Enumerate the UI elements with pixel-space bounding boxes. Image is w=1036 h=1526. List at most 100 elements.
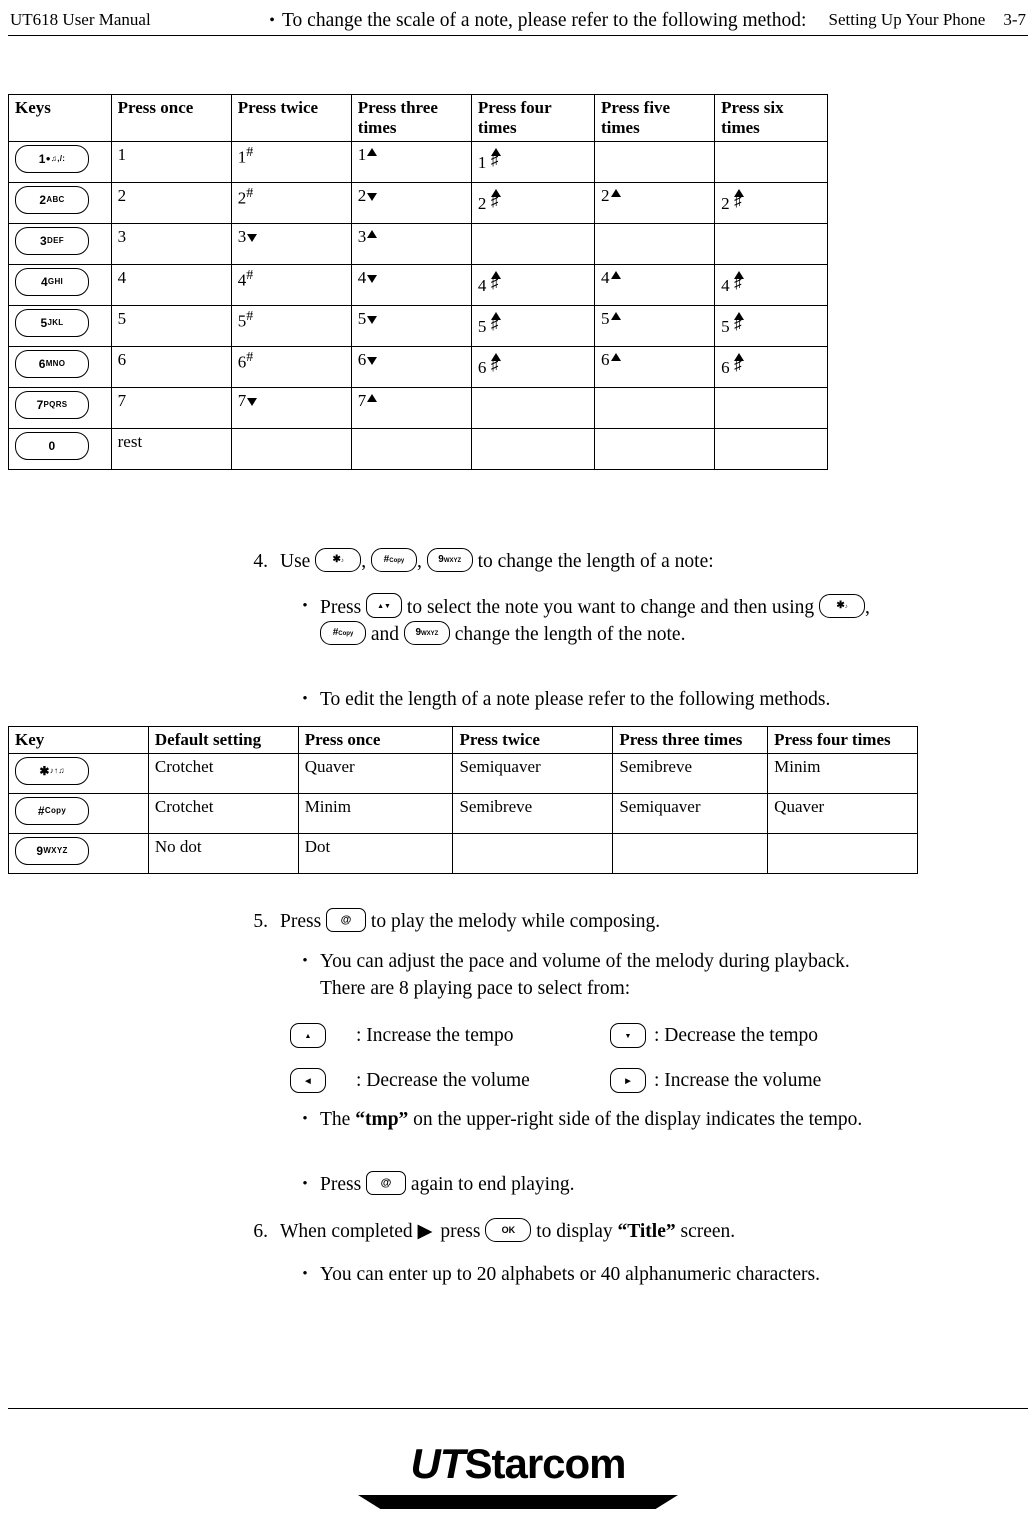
phone-key-3-icon: 3DEF bbox=[15, 227, 89, 255]
volume-decrease-cell: ◀ : Decrease the volume bbox=[290, 1068, 610, 1093]
cell-press-twice: 1# bbox=[230, 141, 352, 183]
triangle-down-icon bbox=[247, 234, 258, 242]
key-cell: 3DEF bbox=[8, 223, 112, 265]
right-key-icon: ▶ bbox=[610, 1068, 646, 1093]
triangle-down-icon bbox=[367, 357, 378, 365]
sub4a-part5: change the length of the note. bbox=[454, 624, 686, 645]
step-4-number: 4. bbox=[253, 551, 268, 572]
triangle-down-icon bbox=[247, 398, 258, 406]
down-key-icon: ▼ bbox=[610, 1023, 646, 1048]
header-left-title: UT618 User Manual bbox=[10, 10, 151, 29]
key-cell: 0 bbox=[8, 428, 112, 470]
cell-press-six: 2 ♯ bbox=[714, 182, 828, 224]
sub5b-bold: “tmp” bbox=[355, 1109, 409, 1130]
col-header-three: Press three times bbox=[350, 94, 472, 142]
table-row: 5JKL 5 5# 5 5 ♯ 5 5 ♯ bbox=[8, 305, 828, 347]
bullet-icon: • bbox=[302, 1176, 308, 1192]
col-header-five: Press five times bbox=[594, 94, 716, 142]
col-header-twice: Press twice bbox=[452, 726, 614, 754]
cell-press-once: rest bbox=[110, 428, 232, 470]
step-5-bullet-2-text: The “tmp” on the upper-right side of the… bbox=[320, 1106, 990, 1133]
logo-bar bbox=[358, 1495, 678, 1509]
sub5a-line2: There are 8 playing pace to select from: bbox=[320, 978, 631, 999]
step-4-bullet-1: • Press ▲▼ to select the note you want t… bbox=[290, 593, 1000, 648]
key-cell: 1●♫,/: bbox=[8, 141, 112, 183]
tempo-volume-keys: ▲ : Increase the tempo ▼ : Decrease the … bbox=[290, 1013, 990, 1103]
cell-press-five bbox=[594, 223, 716, 265]
tempo-increase-cell: ▲ : Increase the tempo bbox=[290, 1023, 610, 1048]
col-header-keys: Keys bbox=[8, 94, 112, 142]
col-header-key: Key bbox=[8, 726, 149, 754]
table-row: 3DEF 3 3 3 bbox=[8, 223, 828, 265]
cell-press-three bbox=[350, 428, 472, 470]
table-row: 0 rest bbox=[8, 428, 828, 470]
sub5c-p2: again to end playing. bbox=[410, 1174, 575, 1195]
col-header-four: Press four times bbox=[470, 94, 596, 142]
triangle-down-icon bbox=[367, 193, 378, 201]
logo-text: UTStarcom bbox=[410, 1440, 626, 1488]
volume-increase-label: : Increase the volume bbox=[654, 1069, 822, 1091]
cell-default: Crotchet bbox=[147, 753, 299, 794]
col-header-default: Default setting bbox=[147, 726, 299, 754]
sub5b-p3: tempo. bbox=[808, 1109, 863, 1130]
at-key-icon: @ bbox=[326, 908, 367, 932]
step-4-text: Use ✱♪, #Copy, 9WXYZ to change the lengt… bbox=[280, 548, 1022, 576]
cell-press-three: 7 bbox=[350, 387, 472, 429]
key-cell: 4GHI bbox=[8, 264, 112, 306]
step-4-comma-1: , bbox=[361, 551, 367, 572]
header-right-title: Setting Up Your Phone 3-7 bbox=[829, 10, 1026, 30]
col-header-six: Press six times bbox=[714, 94, 828, 142]
triangle-up-icon bbox=[610, 312, 621, 320]
step-5-number: 5. bbox=[253, 911, 268, 932]
cell-press-twice: 6# bbox=[230, 346, 352, 388]
cell-press-four: 1 ♯ bbox=[470, 141, 596, 183]
step-5-bullet-3-text: Press @ again to end playing. bbox=[320, 1171, 990, 1198]
step-4-bullet-1-text: Press ▲▼ to select the note you want to … bbox=[320, 593, 1000, 648]
step-4-text-after: to change the length of a note: bbox=[477, 551, 714, 572]
step-6: 6. When completed ▶ press OK to display … bbox=[222, 1218, 1022, 1246]
step-5-bullet-1-text: You can adjust the pace and volume of th… bbox=[320, 948, 1000, 1002]
cell-press-three: Semibreve bbox=[612, 753, 769, 794]
cell-press-six bbox=[714, 223, 828, 265]
cell-press-three: 1 bbox=[350, 141, 472, 183]
cell-press-once: Dot bbox=[297, 833, 454, 874]
bullet-icon: • bbox=[302, 1266, 308, 1282]
left-key-icon: ◀ bbox=[290, 1068, 326, 1093]
star-key-icon: ✱♪↑♫ bbox=[15, 757, 89, 785]
step-6-bullet-1: • You can enter up to 20 alphabets or 40… bbox=[290, 1261, 1010, 1288]
cell-press-three bbox=[612, 833, 769, 874]
table-row: 7PQRS 7 7 7 bbox=[8, 387, 828, 429]
logo-starcom: Starcom bbox=[464, 1440, 626, 1487]
step-5-text-before: Press bbox=[280, 911, 322, 932]
cell-press-twice: 5# bbox=[230, 305, 352, 347]
volume-decrease-label: : Decrease the volume bbox=[356, 1069, 530, 1091]
cell-press-three: 5 bbox=[350, 305, 472, 347]
cell-press-five bbox=[594, 387, 716, 429]
col-header-twice: Press twice bbox=[230, 94, 352, 142]
col-header-once: Press once bbox=[297, 726, 454, 754]
header-divider bbox=[8, 35, 1028, 36]
cell-press-once: 7 bbox=[110, 387, 232, 429]
step-6-bullet-1-text: You can enter up to 20 alphabets or 40 a… bbox=[320, 1264, 820, 1285]
cell-press-once: 2 bbox=[110, 182, 232, 224]
triangle-down-icon bbox=[367, 316, 378, 324]
cell-default: No dot bbox=[147, 833, 299, 874]
phone-key-6-icon: 6MNO bbox=[15, 350, 89, 378]
cell-press-four: 5 ♯ bbox=[470, 305, 596, 347]
company-logo: UTStarcom bbox=[0, 1440, 1036, 1488]
ok-key-icon: OK bbox=[485, 1218, 532, 1242]
cell-press-six bbox=[714, 387, 828, 429]
key-cell: ✱♪↑♫ bbox=[8, 753, 149, 794]
step-4-text-before: Use bbox=[280, 551, 311, 572]
phone-key-4-icon: 4GHI bbox=[15, 268, 89, 296]
triangle-down-icon bbox=[367, 275, 378, 283]
cell-press-four bbox=[470, 428, 596, 470]
phone-key-5-icon: 5JKL bbox=[15, 309, 89, 337]
cell-press-twice: 2# bbox=[230, 182, 352, 224]
flag-icon: ▶ bbox=[417, 1221, 433, 1242]
cell-press-once: 3 bbox=[110, 223, 232, 265]
step-4-bullet-2: • To edit the length of a note please re… bbox=[290, 686, 990, 713]
table-row: 6MNO 6 6# 6 6 ♯ 6 6 ♯ bbox=[8, 346, 828, 388]
phone-key-2-icon: 2ABC bbox=[15, 186, 89, 214]
table-row: #Copy Crotchet Minim Semibreve Semiquave… bbox=[8, 793, 918, 834]
